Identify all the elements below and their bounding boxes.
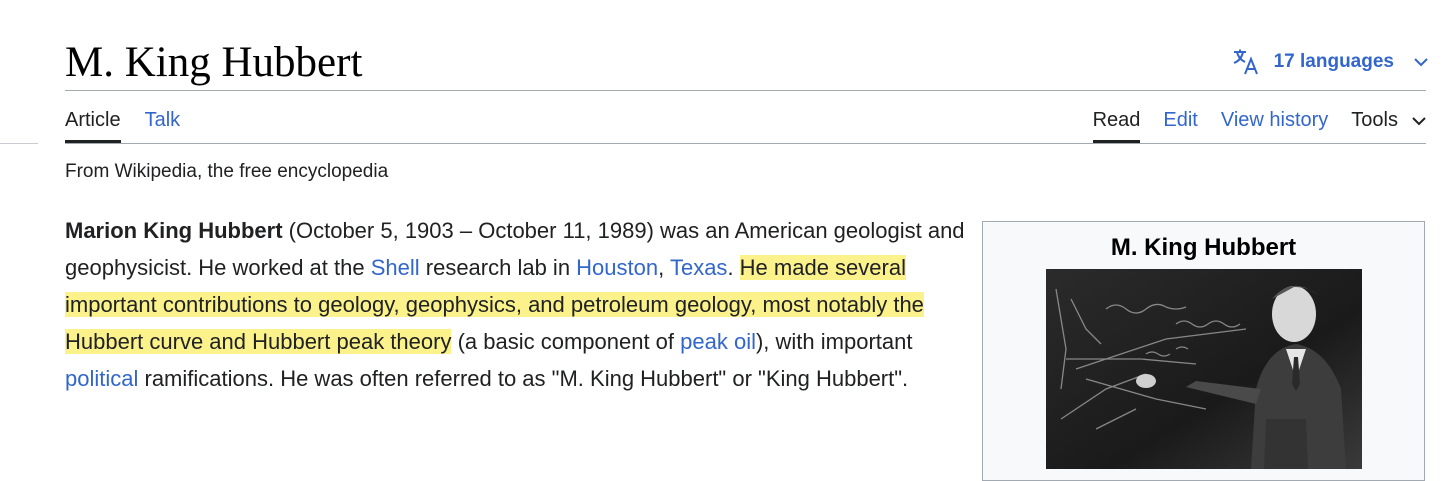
intro-text: . bbox=[727, 255, 740, 280]
sidebar-edge-divider bbox=[0, 143, 38, 144]
link-shell[interactable]: Shell bbox=[371, 255, 420, 280]
tab-tools[interactable]: Tools bbox=[1351, 106, 1426, 142]
view-tabs: Read Edit View history Tools bbox=[1070, 106, 1426, 143]
tab-view-history[interactable]: View history bbox=[1221, 106, 1328, 142]
site-tagline: From Wikipedia, the free encyclopedia bbox=[65, 161, 389, 182]
languages-label: 17 languages bbox=[1273, 51, 1394, 72]
tab-talk[interactable]: Talk bbox=[145, 106, 181, 142]
intro-text: ), with important bbox=[755, 329, 913, 354]
intro-text: (a basic component of bbox=[451, 329, 681, 354]
languages-button[interactable]: 17 languages bbox=[1232, 48, 1428, 76]
link-texas[interactable]: Texas bbox=[670, 255, 727, 280]
chevron-down-icon bbox=[1412, 117, 1426, 126]
infobox-title: M. King Hubbert bbox=[1110, 234, 1297, 261]
tabs-divider bbox=[65, 143, 1426, 144]
link-peak-oil[interactable]: peak oil bbox=[680, 329, 756, 354]
intro-paragraph: Marion King Hubbert (October 5, 1903 – O… bbox=[65, 212, 970, 397]
subject-name: Marion King Hubbert bbox=[65, 218, 283, 243]
intro-text: , bbox=[658, 255, 670, 280]
title-divider bbox=[65, 90, 1426, 91]
tools-label: Tools bbox=[1351, 109, 1398, 131]
tab-read[interactable]: Read bbox=[1092, 106, 1140, 143]
tab-article[interactable]: Article bbox=[65, 106, 121, 143]
portrait-photo[interactable] bbox=[1046, 269, 1362, 469]
intro-text: research lab in bbox=[419, 255, 577, 280]
translate-icon bbox=[1233, 49, 1258, 75]
namespace-tabs: Article Talk bbox=[65, 106, 204, 143]
infobox: M. King Hubbert bbox=[982, 221, 1425, 481]
tab-edit[interactable]: Edit bbox=[1163, 106, 1197, 142]
page-title: M. King Hubbert bbox=[65, 39, 363, 86]
link-houston[interactable]: Houston bbox=[576, 255, 658, 280]
intro-text: ramifications. He was often referred to … bbox=[138, 366, 909, 391]
chevron-down-icon bbox=[1414, 58, 1428, 67]
link-political[interactable]: political bbox=[65, 366, 138, 391]
